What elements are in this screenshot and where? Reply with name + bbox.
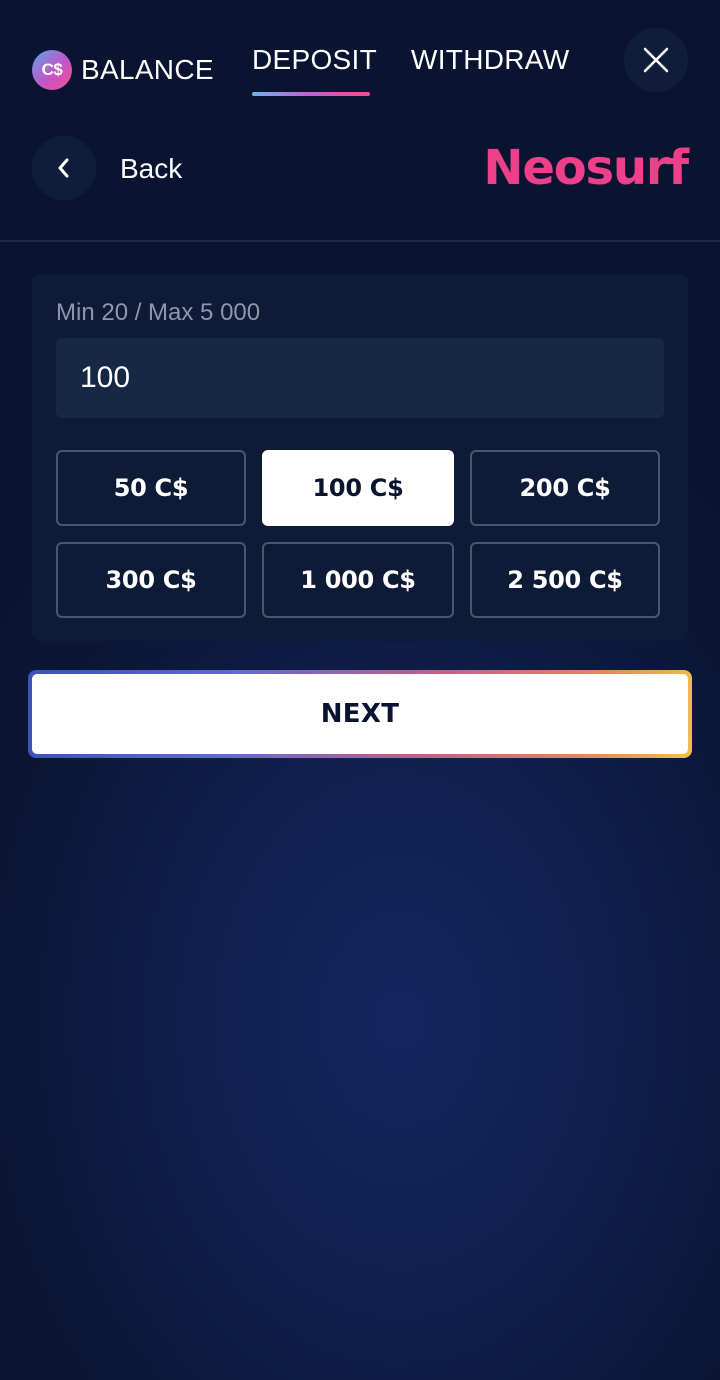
tab-balance[interactable]: C$ BALANCE (32, 40, 214, 100)
tab-withdraw[interactable]: WITHDRAW (411, 40, 569, 100)
currency-coin-icon: C$ (32, 50, 72, 90)
back-label[interactable]: Back (120, 149, 182, 189)
payment-method-header: Back Neosurf (0, 120, 720, 242)
back-button[interactable] (32, 136, 96, 200)
preset-amount-button[interactable]: 50 C$ (56, 450, 246, 526)
close-button[interactable] (624, 28, 688, 92)
preset-amount-button[interactable]: 1 000 C$ (262, 542, 454, 618)
chevron-left-icon (58, 158, 69, 178)
active-tab-indicator (252, 92, 370, 96)
close-icon (643, 47, 669, 73)
preset-amount-button[interactable]: 2 500 C$ (470, 542, 660, 618)
amount-limits-hint: Min 20 / Max 5 000 (56, 299, 261, 326)
neosurf-logo: Neosurf (483, 140, 689, 196)
amount-input[interactable] (56, 338, 664, 418)
top-navigation: C$ BALANCE DEPOSIT WITHDRAW (0, 0, 720, 120)
preset-amount-button[interactable]: 300 C$ (56, 542, 246, 618)
next-button-border: NEXT (28, 670, 692, 758)
preset-amount-button[interactable]: 200 C$ (470, 450, 660, 526)
tab-deposit-label: DEPOSIT (252, 44, 378, 75)
deposit-panel: Min 20 / Max 5 000 50 C$ 100 C$ 200 C$ 3… (32, 274, 688, 641)
tab-balance-label: BALANCE (81, 54, 214, 85)
preset-amount-button-selected[interactable]: 100 C$ (262, 450, 454, 526)
next-button[interactable]: NEXT (32, 674, 688, 754)
tab-deposit[interactable]: DEPOSIT (252, 40, 377, 100)
tab-withdraw-label: WITHDRAW (411, 44, 570, 75)
